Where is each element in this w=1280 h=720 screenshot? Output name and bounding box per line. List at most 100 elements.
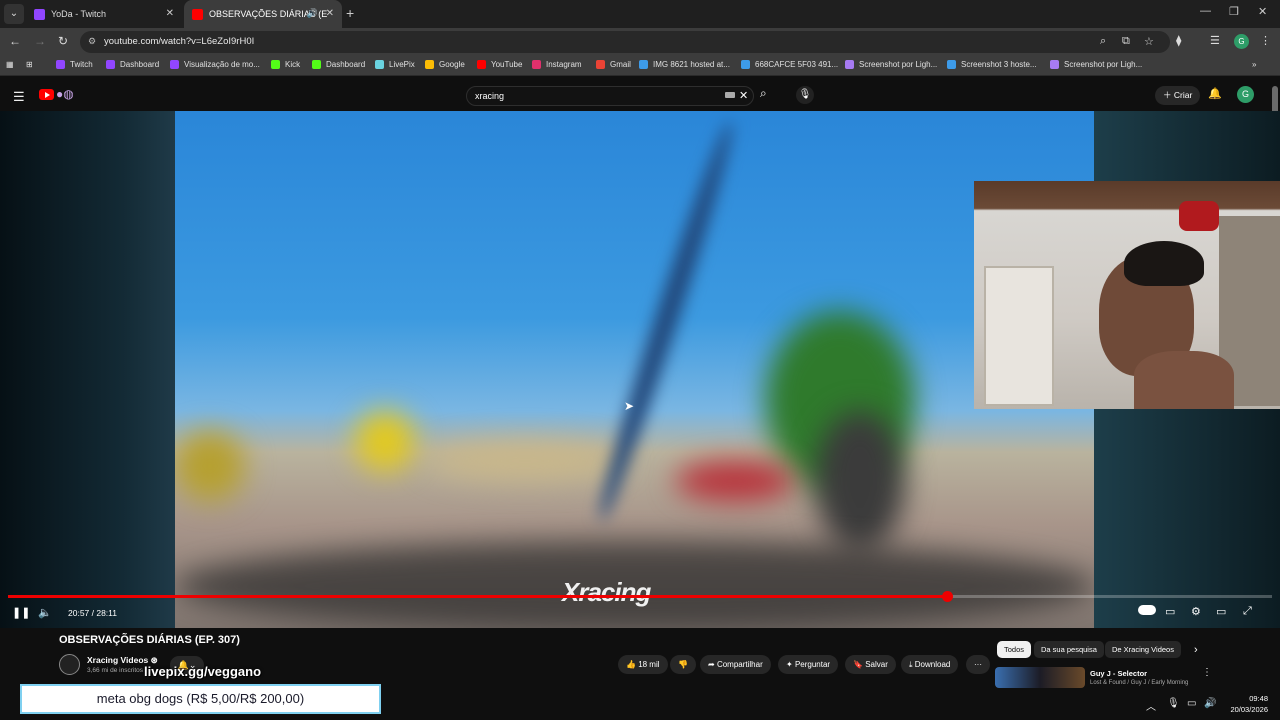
new-tab-button[interactable]: + [346, 5, 354, 21]
clear-search-icon[interactable]: ✕ [739, 89, 748, 102]
recommendation-thumbnail[interactable] [995, 667, 1085, 688]
video-frame[interactable] [175, 111, 1094, 628]
bookmark-favicon-icon [375, 60, 384, 69]
bookmark-item[interactable]: Dashboard [312, 60, 365, 69]
bookmark-label: Twitch [70, 60, 93, 69]
youtube-logo[interactable] [39, 89, 54, 100]
zoom-icon[interactable]: ⌕ [1100, 35, 1106, 48]
chip-all[interactable]: Todos [997, 641, 1032, 658]
tab-twitch[interactable]: YoDa - Twitch ✕ [26, 0, 182, 28]
bookmark-item[interactable]: Kick [271, 60, 300, 69]
profile-avatar[interactable]: G [1234, 34, 1249, 49]
share-button[interactable]: ➦ Compartilhar [700, 655, 771, 674]
video-player[interactable]: ➤ Xracing ❚❚ 🔈 20:57 / 28:11 ▭ ⚙ ▭ ⤢ [0, 111, 1280, 628]
xracing-watermark: Xracing [562, 577, 651, 607]
clock-time: 09:48 [1249, 694, 1268, 703]
bookmark-favicon-icon [106, 60, 115, 69]
doodle-icon[interactable]: ●◍ [56, 87, 74, 101]
webcam-overlay [974, 181, 1280, 409]
time-display: 20:57 / 28:11 [68, 608, 117, 618]
network-icon[interactable]: ▭ [1187, 698, 1196, 709]
bookmark-star-icon[interactable]: ☆ [1144, 35, 1154, 48]
tab-youtube[interactable]: OBSERVAÇÕES DIÁRIAS (E 🔊 ✕ [184, 0, 342, 28]
donation-goal-overlay: meta obg dogs (R$ 5,00/R$ 200,00) [20, 684, 381, 714]
dislike-button[interactable]: 👎 [670, 655, 696, 674]
bookmark-favicon-icon [741, 60, 750, 69]
pause-icon[interactable]: ❚❚ [12, 606, 30, 619]
extensions-icon[interactable]: ⧫ [1176, 34, 1181, 47]
cast-icon[interactable]: ⧉ [1122, 35, 1130, 48]
autoplay-toggle[interactable] [1138, 605, 1156, 615]
chip-from-channel[interactable]: De Xracing Videos [1105, 641, 1181, 658]
download-button[interactable]: ⤓ Download [901, 655, 959, 674]
recommendation-title[interactable]: Guy J - Selector [1090, 669, 1147, 678]
reload-icon[interactable]: ↻ [58, 34, 68, 48]
bookmark-item[interactable]: Screenshot 3 hoste... [947, 60, 1037, 69]
bookmark-item[interactable]: Google [425, 60, 465, 69]
bookmark-label: Instagram [546, 60, 582, 69]
fullscreen-icon[interactable]: ⤢ [1243, 605, 1252, 618]
bookmarks-overflow-icon[interactable]: » [1252, 60, 1256, 69]
search-value[interactable]: xracing [475, 91, 504, 101]
bookmark-item[interactable]: 668CAFCE 5F03 491... [741, 60, 838, 69]
bookmark-item[interactable]: IMG 8621 hosted at... [639, 60, 730, 69]
keyboard-icon[interactable] [725, 92, 735, 98]
more-actions-button[interactable]: ··· [966, 655, 990, 674]
account-avatar[interactable]: G [1237, 86, 1254, 103]
bookmark-item[interactable]: Dashboard [106, 60, 159, 69]
ask-button[interactable]: ✦ Perguntar [778, 655, 839, 674]
bookmark-label: LivePix [389, 60, 415, 69]
bookmark-item[interactable]: Instagram [532, 60, 582, 69]
theater-mode-icon[interactable]: ▭ [1216, 605, 1226, 618]
channel-avatar[interactable] [59, 654, 80, 675]
forward-icon[interactable]: → [34, 34, 46, 48]
tab-close-icon[interactable]: ✕ [326, 8, 334, 19]
audio-playing-icon[interactable]: 🔊 [307, 8, 318, 19]
bookmark-item[interactable]: LivePix [375, 60, 415, 69]
search-input[interactable]: xracing ✕ [466, 86, 754, 106]
search-icon[interactable]: ⌕ [760, 86, 767, 101]
omnibox[interactable]: ⚙ youtube.com/watch?v=L6eZoI9rH0I ⌕ ⧉ ☆ [80, 31, 1170, 53]
chip-from-search[interactable]: Da sua pesquisa [1034, 641, 1104, 658]
bookmark-item[interactable]: Twitch [56, 60, 93, 69]
apps-icon[interactable]: ▦ [6, 60, 14, 69]
bookmark-label: Google [439, 60, 465, 69]
bookmark-item[interactable]: Gmail [596, 60, 631, 69]
menu-icon[interactable]: ☰ [13, 89, 25, 105]
microphone-icon[interactable]: 🎙 [1167, 698, 1180, 709]
save-button[interactable]: 🔖 Salvar [845, 655, 896, 674]
notifications-icon[interactable]: 🔔 [1208, 87, 1222, 100]
bookmark-favicon-icon [947, 60, 956, 69]
site-info-icon[interactable]: ⚙ [88, 36, 96, 47]
volume-icon[interactable]: 🔈 [38, 606, 52, 619]
voice-search-icon[interactable]: 🎙 [796, 86, 814, 104]
tray-expand-icon[interactable]: ︿ [1146, 698, 1156, 713]
share-label: Compartilhar [716, 660, 763, 669]
livepix-overlay-text: livepix.gg/veggano [144, 664, 262, 679]
like-button[interactable]: 👍 18 mil [618, 655, 668, 674]
browser-menu-icon[interactable]: ⋮ [1260, 34, 1271, 47]
bookmark-item[interactable]: YouTube [477, 60, 522, 69]
bookmark-item[interactable]: Screenshot por Ligh... [845, 60, 937, 69]
recommendation-subtitle: Lost & Found / Guy J / Early Morning [1090, 680, 1189, 686]
url-text[interactable]: youtube.com/watch?v=L6eZoI9rH0I [104, 36, 254, 47]
bookmark-item[interactable]: Screenshot por Ligh... [1050, 60, 1142, 69]
speaker-icon[interactable]: 🔊 [1204, 698, 1216, 709]
close-window-icon[interactable]: ✕ [1258, 5, 1267, 18]
restore-icon[interactable]: ❐ [1229, 5, 1239, 18]
subtitles-icon[interactable]: ▭ [1165, 605, 1175, 618]
minimize-icon[interactable]: — [1200, 5, 1211, 17]
grid-icon[interactable]: ⊞ [26, 60, 33, 69]
ambient-left [0, 111, 175, 628]
taskbar-clock[interactable]: 09:48 20/03/2026 [1226, 693, 1268, 715]
progress-bar[interactable] [8, 591, 1272, 602]
back-icon[interactable]: ← [9, 34, 21, 48]
media-controls-icon[interactable]: ☰ [1210, 34, 1220, 47]
tab-search-button[interactable]: ⌄ [4, 4, 24, 24]
tab-close-icon[interactable]: ✕ [166, 8, 174, 19]
chips-next-icon[interactable]: › [1194, 644, 1198, 656]
create-button[interactable]: ＋ Criar [1155, 86, 1201, 105]
settings-icon[interactable]: ⚙ [1191, 605, 1201, 618]
recommendation-menu-icon[interactable]: ⋮ [1202, 667, 1212, 678]
bookmark-item[interactable]: Visualização de mo... [170, 60, 260, 69]
